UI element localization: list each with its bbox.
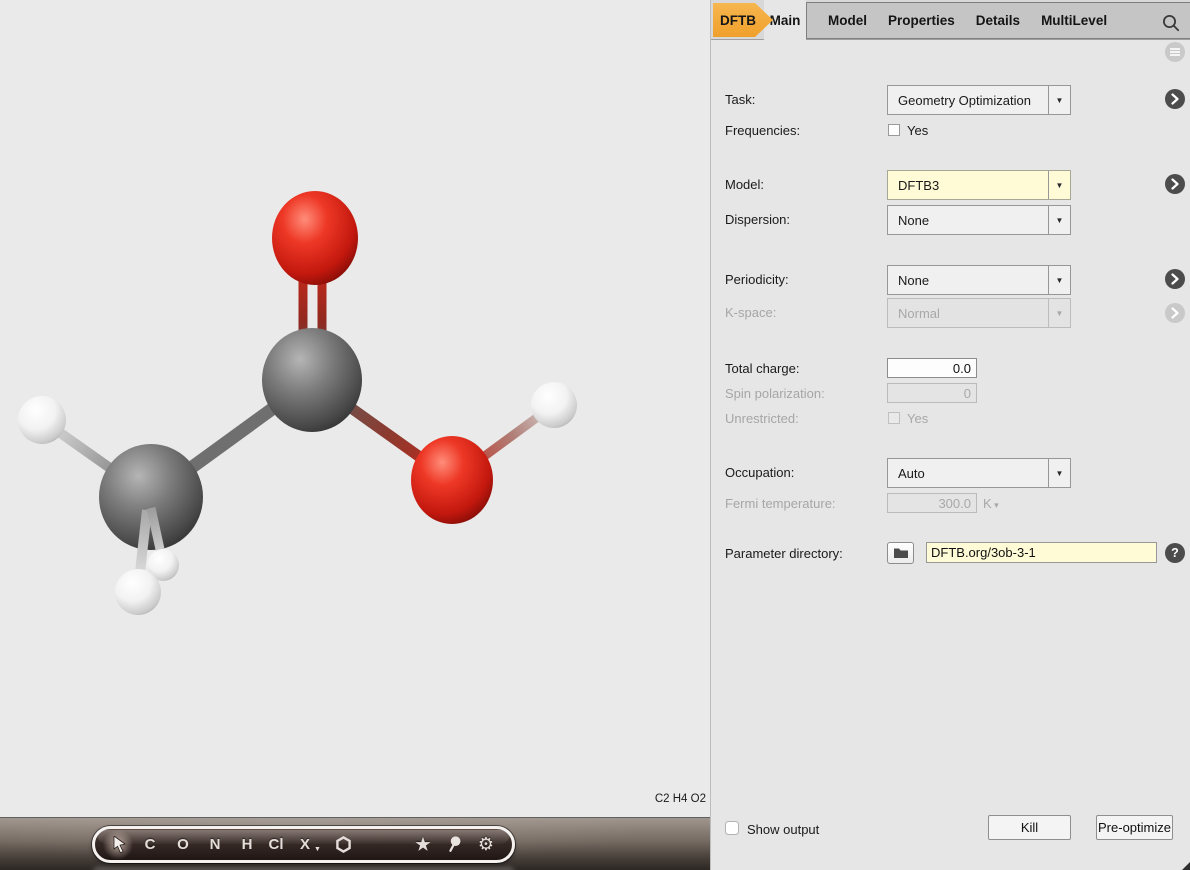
unrestricted-label: Unrestricted:	[725, 411, 799, 427]
search-icon[interactable]	[1161, 13, 1181, 33]
model-dropdown[interactable]: DFTB3	[887, 170, 1071, 200]
total-charge-input[interactable]	[887, 358, 977, 378]
panel-menu-button[interactable]	[1165, 42, 1185, 62]
chevron-right-icon	[1170, 273, 1180, 285]
browse-directory-button[interactable]	[887, 542, 914, 564]
periodicity-dropdown[interactable]: None	[887, 265, 1071, 295]
folder-icon	[893, 547, 909, 559]
model-value: DFTB3	[888, 171, 1048, 199]
element-menu-caret-icon[interactable]: ▼	[314, 846, 321, 853]
element-label-x: X	[300, 836, 310, 853]
pointer-tool-button[interactable]	[108, 829, 130, 860]
task-value: Geometry Optimization	[888, 86, 1048, 114]
spin-polarization-input	[887, 383, 977, 403]
frequencies-checkbox[interactable]	[888, 124, 900, 136]
tab-properties[interactable]: Properties	[888, 13, 955, 28]
periodicity-value: None	[888, 266, 1048, 294]
occupation-value: Auto	[888, 459, 1048, 487]
parameter-directory-input[interactable]	[926, 542, 1157, 563]
element-label-n: N	[210, 836, 221, 853]
molecule-viewport[interactable]: C2 H4 O2 C O N H Cl X ▼	[0, 0, 710, 870]
element-label-cl: Cl	[269, 836, 284, 853]
element-button-cl[interactable]: Cl	[264, 829, 288, 860]
tab-details[interactable]: Details	[976, 13, 1020, 28]
parameter-directory-help-button[interactable]: ?	[1165, 543, 1185, 563]
dropdown-arrow-icon[interactable]	[1048, 206, 1070, 234]
task-dropdown[interactable]: Geometry Optimization	[887, 85, 1071, 115]
element-label-o: O	[177, 836, 189, 853]
ring-tool-button[interactable]	[332, 829, 354, 860]
unrestricted-checkbox-label: Yes	[907, 411, 928, 426]
kspace-dropdown: Normal	[887, 298, 1071, 328]
kill-button[interactable]: Kill	[988, 815, 1071, 840]
show-output-label[interactable]: Show output	[747, 822, 819, 837]
resize-grip[interactable]	[1182, 862, 1190, 870]
tab-model[interactable]: Model	[828, 13, 867, 28]
dropdown-arrow-icon[interactable]	[1048, 266, 1070, 294]
element-button-h[interactable]: H	[236, 829, 258, 860]
ring-icon	[335, 836, 352, 853]
tab-multilevel[interactable]: MultiLevel	[1041, 13, 1107, 28]
element-label-c: C	[145, 836, 156, 853]
parameter-directory-label: Parameter directory:	[725, 546, 843, 562]
element-button-c[interactable]: C	[139, 829, 161, 860]
unrestricted-checkbox	[888, 412, 900, 424]
inactive-tabs-group: Model Properties Details MultiLevel	[806, 2, 1190, 39]
model-label: Model:	[725, 177, 764, 193]
element-toolbar: C O N H Cl X ▼ ★	[92, 826, 515, 863]
frequencies-label: Frequencies:	[725, 123, 800, 139]
fermi-temperature-input	[887, 493, 977, 513]
dispersion-value: None	[888, 206, 1048, 234]
task-detail-button[interactable]	[1165, 89, 1185, 109]
task-label: Task:	[725, 92, 755, 108]
kspace-value: Normal	[888, 299, 1048, 327]
fermi-temperature-label: Fermi temperature:	[725, 496, 836, 512]
model-detail-button[interactable]	[1165, 174, 1185, 194]
dispersion-label: Dispersion:	[725, 212, 790, 228]
dropdown-arrow-icon[interactable]	[1048, 171, 1070, 199]
spin-polarization-label: Spin polarization:	[725, 386, 825, 402]
element-button-o[interactable]: O	[172, 829, 194, 860]
frequencies-checkbox-label[interactable]: Yes	[907, 123, 928, 138]
star-icon: ★	[415, 835, 430, 855]
viewer-toolbar-strip: C O N H Cl X ▼ ★	[0, 817, 710, 870]
element-button-n[interactable]: N	[204, 829, 226, 860]
chevron-right-icon	[1170, 93, 1180, 105]
element-label-h: H	[242, 836, 253, 853]
formula-label: C2 H4 O2	[655, 793, 706, 805]
tab-bar: Model Properties Details MultiLevel Main…	[711, 0, 1190, 40]
occupation-label: Occupation:	[725, 465, 794, 481]
chevron-right-icon	[1170, 307, 1180, 319]
star-tool-button[interactable]: ★	[411, 829, 435, 860]
chevron-right-icon	[1170, 178, 1180, 190]
kspace-detail-button-disabled	[1165, 303, 1185, 323]
settings-tool-button[interactable]: ⚙	[474, 829, 498, 860]
dftb-input-window: C2 H4 O2 C O N H Cl X ▼	[0, 0, 1190, 870]
show-output-checkbox[interactable]	[725, 821, 739, 835]
periodicity-label: Periodicity:	[725, 272, 789, 288]
dropdown-arrow-icon[interactable]	[1048, 86, 1070, 114]
dropdown-arrow-icon[interactable]	[1048, 459, 1070, 487]
dftb-panel: Model Properties Details MultiLevel Main…	[710, 0, 1190, 870]
balloon-icon	[447, 836, 461, 853]
dispersion-dropdown[interactable]: None	[887, 205, 1071, 235]
preoptimize-button[interactable]: Pre-optimize	[1096, 815, 1173, 840]
periodicity-detail-button[interactable]	[1165, 269, 1185, 289]
fermi-unit-dropdown: K	[983, 496, 999, 511]
kspace-label: K-space:	[725, 305, 776, 321]
balloon-tool-button[interactable]	[443, 829, 465, 860]
gear-icon: ⚙	[478, 834, 494, 855]
hamburger-icon	[1169, 47, 1181, 57]
molecule[interactable]	[0, 0, 710, 817]
molecule-render	[0, 0, 710, 817]
element-button-x[interactable]: X	[294, 829, 316, 860]
dropdown-arrow-icon	[1048, 299, 1070, 327]
total-charge-label: Total charge:	[725, 361, 799, 377]
pointer-icon	[112, 836, 127, 854]
occupation-dropdown[interactable]: Auto	[887, 458, 1071, 488]
question-icon: ?	[1171, 547, 1179, 560]
